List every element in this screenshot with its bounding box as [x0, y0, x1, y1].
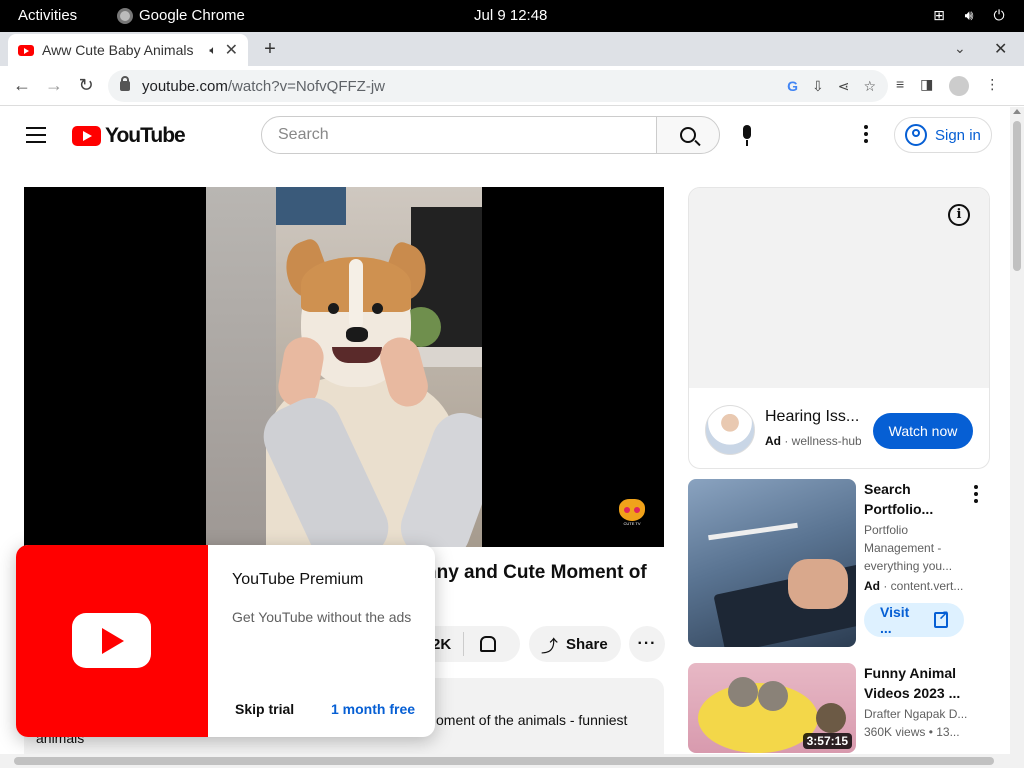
- back-icon[interactable]: ←: [11, 75, 33, 96]
- google-lens-icon[interactable]: G: [787, 78, 798, 95]
- share-label: Share: [566, 635, 608, 653]
- tab-title: Aww Cute Baby Animals: [42, 42, 194, 58]
- window-close-icon[interactable]: ✕: [994, 39, 1007, 59]
- advertiser-avatar[interactable]: [705, 405, 755, 455]
- sidebar-item-subtitle: Portfolio Management - everything you...: [864, 523, 953, 573]
- tab-youtube[interactable]: Aww Cute Baby Animals 🔈︎ ✕: [8, 34, 248, 66]
- forward-icon[interactable]: →: [43, 75, 65, 96]
- lock-icon[interactable]: [120, 76, 130, 91]
- free-trial-button[interactable]: 1 month free: [322, 697, 424, 721]
- close-tab-icon[interactable]: ✕: [225, 40, 238, 60]
- ad-title[interactable]: Hearing Iss...: [765, 408, 865, 426]
- tab-strip: Aww Cute Baby Animals 🔈︎ ✕ + ⌄ ✕: [0, 32, 1024, 66]
- scroll-up-icon[interactable]: [1013, 109, 1021, 114]
- more-actions-button[interactable]: ···: [629, 626, 665, 662]
- search-placeholder: Search: [278, 126, 329, 143]
- video-frame: [206, 187, 482, 547]
- search-button[interactable]: [656, 116, 720, 154]
- system-top-bar: Activities Google Chrome Jul 9 12:48 ⊞ 🔊…: [0, 0, 1024, 32]
- bookmark-star-icon[interactable]: ☆: [863, 78, 876, 95]
- tab-search-chevron-icon[interactable]: ⌄: [954, 40, 966, 57]
- share-page-icon[interactable]: ⋖: [838, 78, 850, 95]
- install-icon[interactable]: ⇩: [812, 78, 824, 95]
- companion-ad-card[interactable]: i Hearing Iss... Ad · wellness-hub Watch…: [688, 187, 990, 469]
- premium-promo-popup: YouTube Premium Get YouTube without the …: [16, 545, 435, 737]
- system-tray[interactable]: ⊞ 🔊︎ ⏻: [930, 6, 1008, 24]
- reload-icon[interactable]: ↻: [75, 75, 97, 96]
- visit-label: Visit ...: [880, 604, 910, 636]
- premium-title: YouTube Premium: [232, 571, 364, 588]
- channel-watermark-icon[interactable]: CUTE TV: [619, 499, 645, 527]
- settings-menu-icon[interactable]: [864, 125, 868, 146]
- guide-menu-icon[interactable]: [26, 127, 46, 143]
- video-thumbnail[interactable]: 3:57:15: [688, 663, 856, 753]
- sidebar-item-title[interactable]: Funny Animal Videos 2023 ...: [864, 663, 972, 703]
- video-duration: 3:57:15: [802, 733, 852, 749]
- youtube-logo-text: YouTube: [105, 124, 186, 147]
- external-link-icon: [934, 608, 949, 628]
- voice-search-mic-icon[interactable]: [740, 125, 754, 147]
- vertical-scroll-thumb[interactable]: [1013, 121, 1021, 271]
- address-bar[interactable]: youtube.com/watch?v=NofvQFFZ-jw G ⇩ ⋖ ☆: [108, 70, 888, 102]
- chrome-menu-icon[interactable]: ⋮: [985, 76, 999, 96]
- share-button[interactable]: ⤴ Share: [529, 626, 621, 662]
- video-player[interactable]: CUTE TV: [24, 187, 664, 547]
- ad-domain: wellness-hub: [791, 434, 861, 448]
- premium-banner: [16, 545, 208, 737]
- horizontal-scrollbar[interactable]: [0, 754, 1010, 768]
- vertical-scrollbar[interactable]: [1010, 107, 1024, 754]
- ad-thumbnail[interactable]: [688, 479, 856, 647]
- ad-info-icon[interactable]: i: [948, 204, 970, 226]
- audio-playing-icon[interactable]: 🔈︎: [209, 43, 216, 58]
- youtube-favicon-icon: [18, 44, 34, 56]
- sidebar-item-title[interactable]: Search Portfolio...: [864, 479, 972, 519]
- item-menu-icon[interactable]: [974, 485, 978, 506]
- sign-in-button[interactable]: Sign in: [894, 117, 992, 153]
- visit-site-button[interactable]: Visit ...: [864, 603, 964, 637]
- ad-image[interactable]: [689, 188, 989, 388]
- youtube-header: YouTube Search Sign in: [0, 107, 1010, 163]
- network-icon: ⊞: [933, 7, 945, 23]
- search-icon: [680, 127, 696, 143]
- dislike-icon[interactable]: [480, 636, 497, 652]
- app-name: Google Chrome: [139, 7, 245, 24]
- sidebar-item-channel[interactable]: Drafter Ngapak D...: [864, 705, 972, 723]
- ad-meta: Ad · wellness-hub: [765, 434, 861, 448]
- clock[interactable]: Jul 9 12:48: [474, 7, 547, 24]
- youtube-play-icon: [72, 613, 151, 668]
- browser-toolbar: ← → ↻ youtube.com/watch?v=NofvQFFZ-jw G …: [0, 66, 1024, 106]
- sidebar-ad-item[interactable]: Search Portfolio... Portfolio Management…: [688, 479, 990, 647]
- sidebar-item-views: 360K views • 13...: [864, 725, 960, 739]
- ad-badge: Ad: [765, 434, 781, 448]
- account-icon: [905, 124, 927, 146]
- skip-trial-button[interactable]: Skip trial: [226, 697, 303, 721]
- volume-icon: 🔊︎: [964, 7, 974, 23]
- power-icon: ⏻: [993, 7, 1005, 23]
- sidebar-ad-meta: Ad · content.vert...: [864, 579, 964, 593]
- watch-now-button[interactable]: Watch now: [873, 413, 973, 449]
- sidebar-video-item[interactable]: 3:57:15 Funny Animal Videos 2023 ... Dra…: [688, 663, 990, 753]
- url-host: youtube.com: [142, 77, 228, 95]
- share-arrow-icon: ⤴: [541, 636, 558, 656]
- media-controls-icon[interactable]: ≡: [896, 76, 904, 96]
- sign-in-label: Sign in: [935, 126, 981, 144]
- activities-button[interactable]: Activities: [18, 7, 77, 24]
- youtube-logo-icon: [72, 126, 101, 146]
- horizontal-scroll-thumb[interactable]: [14, 757, 994, 765]
- new-tab-button[interactable]: +: [260, 38, 280, 61]
- youtube-logo[interactable]: YouTube: [72, 124, 186, 148]
- chrome-icon: [117, 7, 133, 24]
- profile-avatar-icon[interactable]: [949, 76, 970, 96]
- premium-subtitle: Get YouTube without the ads: [232, 609, 412, 625]
- search-input[interactable]: Search: [261, 116, 657, 154]
- side-panel-icon[interactable]: ◨: [920, 76, 933, 96]
- app-menu[interactable]: Google Chrome: [117, 7, 245, 24]
- url-path: /watch?v=NofvQFFZ-jw: [227, 77, 386, 95]
